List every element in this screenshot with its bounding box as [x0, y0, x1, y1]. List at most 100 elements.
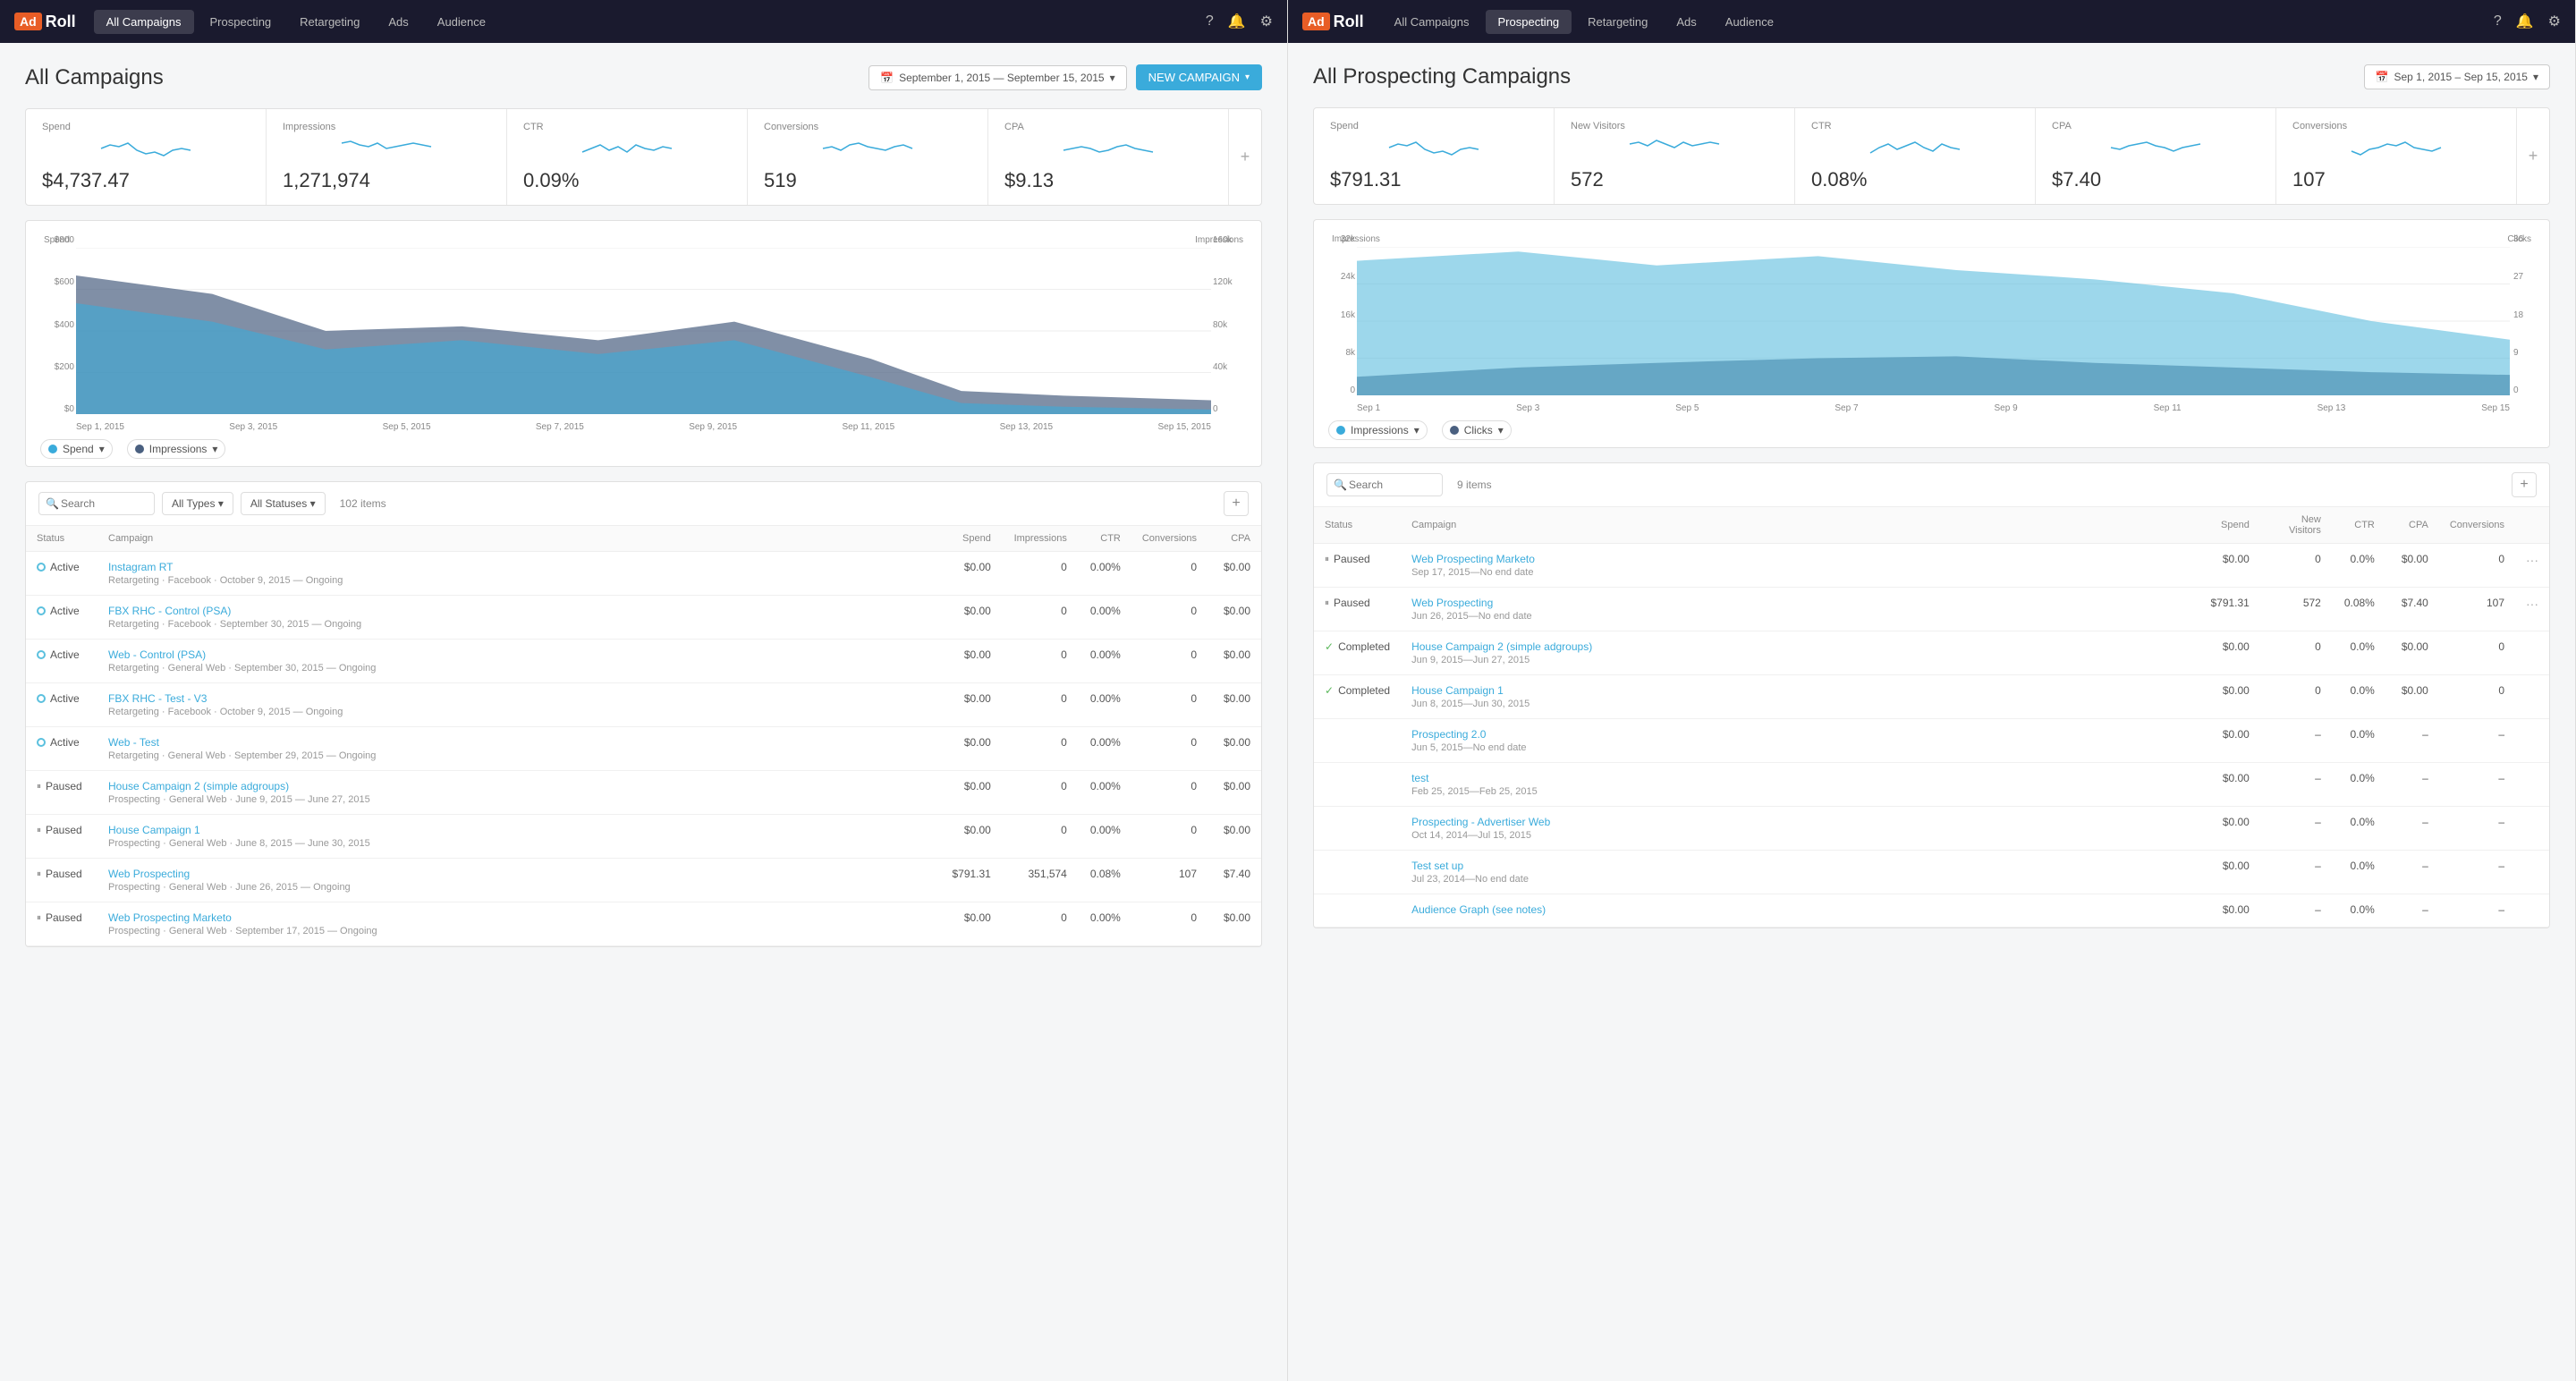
nav-audience-right[interactable]: Audience: [1713, 10, 1786, 34]
settings-icon[interactable]: ⚙: [1260, 13, 1273, 30]
campaign-link[interactable]: Web - Test: [108, 736, 928, 749]
td-status: ⏸ Paused: [26, 859, 97, 902]
right-legend-impressions-dot: [1336, 426, 1345, 435]
bell-icon[interactable]: 🔔: [1228, 13, 1246, 30]
left-legend-spend-label: Spend: [63, 443, 94, 455]
campaign-link[interactable]: test: [1411, 772, 2187, 784]
row-actions-btn[interactable]: ···: [2526, 553, 2538, 567]
td-cpa: $7.40: [1208, 859, 1261, 902]
right-th-actions: [2515, 507, 2549, 544]
right-bell-icon[interactable]: 🔔: [2516, 13, 2534, 30]
campaign-link[interactable]: Test set up: [1411, 860, 2187, 872]
left-table-row: ⏸ Paused Web Prospecting Marketo Prospec…: [26, 902, 1261, 946]
help-icon[interactable]: ?: [1206, 13, 1214, 30]
td-cpa: $0.00: [2385, 631, 2439, 675]
right-table-add-btn[interactable]: +: [2512, 472, 2537, 497]
right-metric-ctr: CTR 0.08%: [1795, 108, 2036, 204]
left-y-0: $0: [40, 404, 74, 414]
left-impressions-label: Impressions: [1195, 235, 1243, 245]
campaign-link[interactable]: FBX RHC - Test - V3: [108, 692, 928, 705]
td-newvisitors: 0: [2260, 544, 2332, 588]
right-legend-clicks[interactable]: Clicks ▾: [1442, 420, 1512, 440]
right-date-range-text: Sep 1, 2015 – Sep 15, 2015: [2394, 71, 2528, 83]
left-legend-impressions[interactable]: Impressions ▾: [127, 439, 226, 459]
campaign-link[interactable]: Web Prospecting Marketo: [1411, 553, 2187, 565]
status-active-dot: [37, 563, 46, 572]
left-new-campaign-btn[interactable]: NEW CAMPAIGN ▾: [1136, 64, 1262, 90]
td-newvisitors: 572: [2260, 588, 2332, 631]
left-y-200: $200: [40, 362, 74, 372]
check-icon: ✓: [1325, 684, 1334, 697]
nav-prospecting-left[interactable]: Prospecting: [198, 10, 284, 34]
left-filter-status-btn[interactable]: All Statuses ▾: [241, 492, 326, 515]
campaign-link[interactable]: Web - Control (PSA): [108, 648, 928, 661]
campaign-meta: Oct 14, 2014—Jul 15, 2015: [1411, 830, 2187, 841]
td-status: ✓ Completed: [1314, 675, 1401, 719]
campaign-link[interactable]: House Campaign 2 (simple adgroups): [108, 780, 928, 792]
campaign-link[interactable]: House Campaign 2 (simple adgroups): [1411, 640, 2187, 653]
right-y-0: 0: [1328, 385, 1355, 395]
status-completed: ✓ Completed: [1325, 684, 1390, 697]
left-chart-area: $800 $600 $400 $200 $0 Spend 160k 120k 8…: [40, 235, 1247, 432]
right-metric-add-btn[interactable]: +: [2517, 108, 2549, 204]
nav-retargeting-left[interactable]: Retargeting: [287, 10, 372, 34]
left-table-add-btn[interactable]: +: [1224, 491, 1249, 516]
campaign-link[interactable]: Web Prospecting: [108, 868, 928, 880]
right-settings-icon[interactable]: ⚙: [2548, 13, 2561, 30]
campaign-meta: Jul 23, 2014—No end date: [1411, 874, 2187, 885]
right-logo-icon: Ad: [1302, 13, 1330, 30]
left-metric-impressions: Impressions 1,271,974: [267, 109, 507, 205]
td-conversions: –: [2439, 894, 2515, 928]
left-th-cpa: CPA: [1208, 526, 1261, 552]
left-table-row: ⏸ Paused House Campaign 2 (simple adgrou…: [26, 771, 1261, 815]
campaign-link[interactable]: FBX RHC - Control (PSA): [108, 605, 928, 617]
nav-all-campaigns-right[interactable]: All Campaigns: [1382, 10, 1482, 34]
left-chart-legend: Spend ▾ Impressions ▾: [40, 439, 1247, 459]
left-x-labels: Sep 1, 2015 Sep 3, 2015 Sep 5, 2015 Sep …: [76, 422, 1211, 432]
left-filter-type-btn[interactable]: All Types ▾: [162, 492, 233, 515]
td-conversions: 0: [1131, 552, 1208, 596]
right-x-sep7: Sep 7: [1835, 403, 1858, 413]
status-active: Active: [37, 648, 87, 661]
campaign-link[interactable]: House Campaign 1: [108, 824, 928, 836]
left-date-range-btn[interactable]: 📅 September 1, 2015 — September 15, 2015…: [869, 65, 1126, 90]
left-chart-svg: [76, 248, 1211, 414]
td-status: Active: [26, 640, 97, 683]
left-sparkline-conversions: [764, 136, 971, 161]
td-actions: [2515, 894, 2549, 928]
left-sparkline-spend: [42, 136, 250, 161]
right-date-range-btn[interactable]: 📅 Sep 1, 2015 – Sep 15, 2015 ▾: [2364, 64, 2550, 89]
campaign-link[interactable]: Web Prospecting: [1411, 597, 2187, 609]
right-x-sep13: Sep 13: [2318, 403, 2346, 413]
campaign-link[interactable]: Instagram RT: [108, 561, 928, 573]
left-filter-status-label: All Statuses: [250, 497, 307, 510]
campaign-link[interactable]: Prospecting 2.0: [1411, 728, 2187, 741]
nav-retargeting-right[interactable]: Retargeting: [1575, 10, 1660, 34]
right-sparkline-spend: [1330, 135, 1538, 160]
right-x-sep1: Sep 1: [1357, 403, 1380, 413]
campaign-link[interactable]: Prospecting - Advertiser Web: [1411, 816, 2187, 828]
right-metric-cpa-label: CPA: [2052, 121, 2259, 131]
left-legend-spend[interactable]: Spend ▾: [40, 439, 113, 459]
td-actions: [2515, 631, 2549, 675]
right-help-icon[interactable]: ?: [2494, 13, 2502, 30]
campaign-link[interactable]: Audience Graph (see notes): [1411, 903, 2187, 916]
right-x-sep3: Sep 3: [1516, 403, 1539, 413]
campaign-link[interactable]: House Campaign 1: [1411, 684, 2187, 697]
pause-icon: ⏸: [37, 826, 41, 835]
right-metric-cpa: CPA $7.40: [2036, 108, 2276, 204]
nav-audience-left[interactable]: Audience: [425, 10, 498, 34]
nav-all-campaigns-left[interactable]: All Campaigns: [94, 10, 194, 34]
row-actions-btn[interactable]: ···: [2526, 597, 2538, 611]
nav-ads-right[interactable]: Ads: [1664, 10, 1708, 34]
right-y-9: 9: [2513, 348, 2535, 358]
nav-ads-left[interactable]: Ads: [376, 10, 420, 34]
nav-prospecting-right[interactable]: Prospecting: [1486, 10, 1572, 34]
left-date-range-text: September 1, 2015 — September 15, 2015: [899, 72, 1104, 84]
left-search-wrap: 🔍: [38, 492, 155, 515]
right-page-header: All Prospecting Campaigns 📅 Sep 1, 2015 …: [1313, 64, 2550, 89]
right-legend-impressions[interactable]: Impressions ▾: [1328, 420, 1428, 440]
right-chart-container: 32k 24k 16k 8k 0 Impressions 36 27 18 9 …: [1313, 219, 2550, 448]
left-metric-add-btn[interactable]: +: [1229, 109, 1261, 205]
campaign-link[interactable]: Web Prospecting Marketo: [108, 911, 928, 924]
